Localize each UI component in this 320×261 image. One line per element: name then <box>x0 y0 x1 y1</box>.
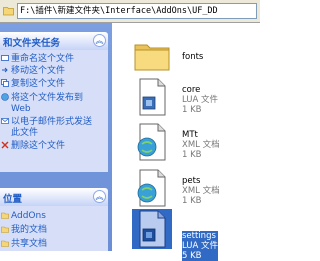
folder-icon <box>134 44 170 71</box>
rename-icon <box>1 55 9 61</box>
task-rename[interactable]: 重命名这个文件 <box>0 54 108 65</box>
place-addons[interactable]: AddOns <box>0 211 108 222</box>
move-icon <box>2 67 8 73</box>
file-type: LUA 文件 <box>182 241 219 251</box>
address-bar: F:\插件\新建文件夹\Interface\AddOns\UF_DD <box>0 0 260 23</box>
places-title: 位置 <box>3 194 23 205</box>
lua-file-icon <box>139 78 166 116</box>
place-my-documents[interactable]: 我的文档 <box>0 225 108 236</box>
place-label: 共享文档 <box>11 239 48 249</box>
task-label: 重命名这个文件 <box>11 54 75 64</box>
file-label: MTt XML 文档 1 KB <box>182 130 220 160</box>
task-copy[interactable]: 复制这个文件 <box>0 79 108 90</box>
task-label-line2: 此文件 <box>11 128 39 138</box>
task-email[interactable]: 以电子邮件形式发送 此文件 <box>0 117 108 139</box>
file-label: core LUA 文件 1 KB <box>182 85 218 115</box>
file-type: LUA 文件 <box>182 95 219 105</box>
file-label: settings LUA 文件 5 KB <box>182 231 219 261</box>
file-label: pets XML 文档 1 KB <box>182 176 220 206</box>
file-name: MTt <box>182 130 198 140</box>
file-name: settings <box>182 231 216 241</box>
file-size: 5 KB <box>182 251 202 261</box>
task-delete[interactable]: 删除这个文件 <box>0 141 108 152</box>
places-body: AddOns 我的文档 共享文档 <box>0 206 108 251</box>
file-name: pets <box>182 176 201 186</box>
xml-file-icon <box>137 169 166 207</box>
file-name: core <box>182 85 201 95</box>
lua-file-icon <box>132 209 172 249</box>
task-label: 删除这个文件 <box>11 141 66 151</box>
file-tasks-header[interactable]: 和文件夹任务 ︽ <box>0 32 108 50</box>
place-label: 我的文档 <box>11 225 48 235</box>
task-label-line2: Web <box>11 104 31 114</box>
xml-file-icon <box>137 123 166 161</box>
collapse-icon[interactable]: ︽ <box>93 34 106 47</box>
file-size: 1 KB <box>182 105 202 115</box>
delete-icon <box>1 141 9 149</box>
places-header[interactable]: 位置 ︽ <box>0 188 108 206</box>
task-pane: 和文件夹任务 ︽ 重命名这个文件 移动这个文件 复制这个文件 将这个文件发布到 W… <box>0 23 112 251</box>
collapse-icon[interactable]: ︽ <box>93 190 106 203</box>
file-tasks-title: 和文件夹任务 <box>3 38 61 49</box>
task-label: 以电子邮件形式发送 <box>11 117 93 127</box>
place-label: AddOns <box>11 211 46 221</box>
documents-folder-icon <box>1 226 9 233</box>
file-label: fonts <box>182 52 203 62</box>
file-size: 1 KB <box>182 150 202 160</box>
file-type: XML 文档 <box>182 140 220 150</box>
file-view: fonts core LUA 文件 1 KB MTt XML 文档 1 KB p… <box>112 23 260 261</box>
file-size: 1 KB <box>182 196 202 206</box>
email-icon <box>1 118 9 124</box>
globe-icon <box>1 93 9 101</box>
file-tasks-body: 重命名这个文件 移动这个文件 复制这个文件 将这个文件发布到 Web 以电子邮件形… <box>0 50 108 172</box>
file-name: fonts <box>182 52 204 62</box>
folder-icon <box>3 7 14 16</box>
folder-icon <box>1 212 9 219</box>
copy-icon <box>1 79 9 87</box>
task-move[interactable]: 移动这个文件 <box>0 66 108 77</box>
task-label: 将这个文件发布到 <box>11 93 84 103</box>
task-label: 移动这个文件 <box>11 66 66 76</box>
shared-folder-icon <box>1 240 9 247</box>
address-input[interactable]: F:\插件\新建文件夹\Interface\AddOns\UF_DD <box>17 3 257 19</box>
file-type: XML 文档 <box>182 186 220 196</box>
task-label: 复制这个文件 <box>11 79 66 89</box>
task-publish-web[interactable]: 将这个文件发布到 Web <box>0 93 108 115</box>
place-shared-documents[interactable]: 共享文档 <box>0 239 108 250</box>
